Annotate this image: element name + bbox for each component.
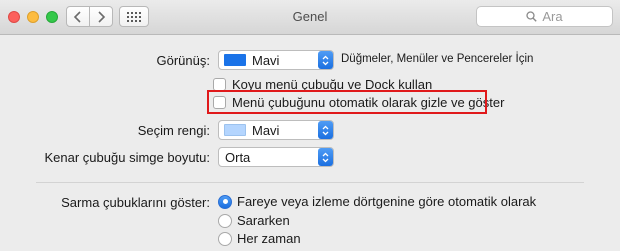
sidebar-icon-size-popup[interactable]: Orta [218,147,334,167]
scroll-bars-option-label: Her zaman [237,231,301,246]
title-bar: Genel Ara [0,0,620,35]
search-field[interactable]: Ara [476,6,613,27]
scroll-bars-option-label: Fareye veya izleme dörtgenine göre otoma… [237,194,537,209]
appearance-value: Mavi [252,52,280,68]
sidebar-icon-size-value: Orta [225,149,251,165]
appearance-popup[interactable]: Mavi [218,50,334,70]
appearance-color-swatch [224,54,246,66]
appearance-note: Düğmeler, Menüler ve Pencereler İçin [341,53,534,65]
popup-stepper-icon [318,121,333,139]
popup-stepper-icon [318,51,333,69]
radio-button[interactable] [218,231,232,246]
appearance-label: Görünüş: [156,53,210,68]
highlight-color-value: Mavi [252,122,280,138]
section-divider [36,182,584,183]
popup-stepper-icon [318,148,333,166]
preferences-content: Görünüş: Mavi Düğmeler, Menüler ve Pence… [0,35,620,251]
scroll-bars-option-when-scrolling[interactable]: Sararken [218,213,290,228]
highlight-callout-box [207,90,487,114]
search-placeholder: Ara [542,9,563,24]
radio-button[interactable] [218,213,232,228]
radio-button-selected[interactable] [218,194,232,209]
scroll-bars-option-always[interactable]: Her zaman [218,231,301,246]
highlight-color-swatch [224,124,246,136]
search-icon [526,11,538,22]
scroll-bars-option-label: Sararken [237,213,290,228]
scroll-bars-option-automatic[interactable]: Fareye veya izleme dörtgenine göre otoma… [218,194,536,209]
highlight-color-label: Seçim rengi: [137,123,210,138]
scroll-bars-label: Sarma çubuklarını göster: [61,195,210,210]
highlight-color-popup[interactable]: Mavi [218,120,334,140]
preferences-window: Genel Ara Görünüş: Mavi Düğmeler, Menüle… [0,0,620,251]
sidebar-icon-size-label: Kenar çubuğu simge boyutu: [44,150,211,165]
